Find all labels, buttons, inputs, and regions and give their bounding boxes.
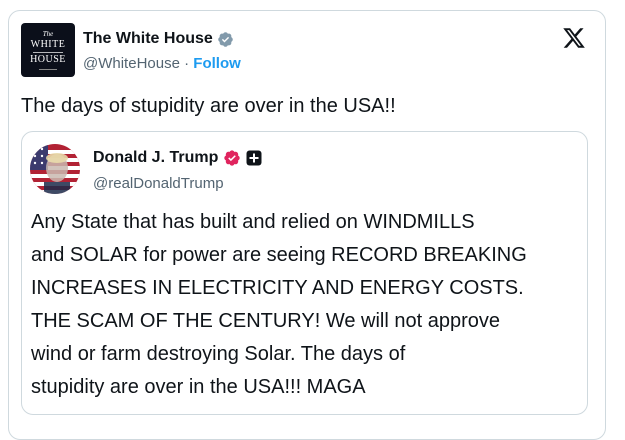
author-handle[interactable]: @WhiteHouse [83, 55, 180, 72]
handle-separator: · [184, 55, 190, 72]
quoted-author-handle[interactable]: @realDonaldTrump [93, 175, 224, 192]
author-name[interactable]: The White House [83, 30, 213, 48]
avatar-text-house: HOUSE [30, 53, 66, 65]
flag-portrait-image [30, 144, 80, 194]
author-name-row[interactable]: The White House [83, 30, 234, 48]
quoted-text-line: stupidity are over in the USA!!! MAGA [31, 376, 366, 398]
quoted-author-name[interactable]: Donald J. Trump [93, 149, 218, 167]
quoted-post[interactable]: Donald J. Trump @realDonaldTrump Any Sta… [21, 131, 588, 415]
quoted-text: Any State that has built and relied on W… [31, 206, 579, 404]
gray-verified-badge-icon [218, 31, 233, 47]
quoted-text-line: INCREASES IN ELECTRICITY AND ENERGY COST… [31, 277, 524, 299]
quoted-text-line: THE SCAM OF THE CENTURY! We will not app… [31, 310, 501, 332]
pink-verified-badge-icon [224, 150, 241, 166]
avatar-rule [33, 51, 63, 53]
white-house-avatar[interactable]: The WHITE HOUSE [21, 23, 75, 77]
author-handle-line: @WhiteHouse · Follow [83, 55, 241, 72]
avatar-text-white: WHITE [30, 38, 66, 50]
quoted-text-line: wind or farm destroying Solar. The days … [31, 343, 406, 365]
tweet-card[interactable]: The WHITE HOUSE The White House @WhiteHo… [8, 10, 606, 440]
tweet-text: The days of stupidity are over in the US… [21, 95, 396, 117]
quoted-text-line: Any State that has built and relied on W… [31, 211, 475, 233]
plus-badge-icon [246, 150, 262, 166]
follow-button[interactable]: Follow [193, 55, 241, 72]
quoted-author-name-row[interactable]: Donald J. Trump [93, 149, 262, 167]
quoted-text-line: and SOLAR for power are seeing RECORD BR… [31, 244, 527, 266]
x-logo-icon[interactable] [561, 26, 587, 50]
trump-avatar[interactable] [30, 144, 80, 194]
avatar-underline [39, 68, 57, 70]
avatar-text-the: The [42, 29, 54, 38]
